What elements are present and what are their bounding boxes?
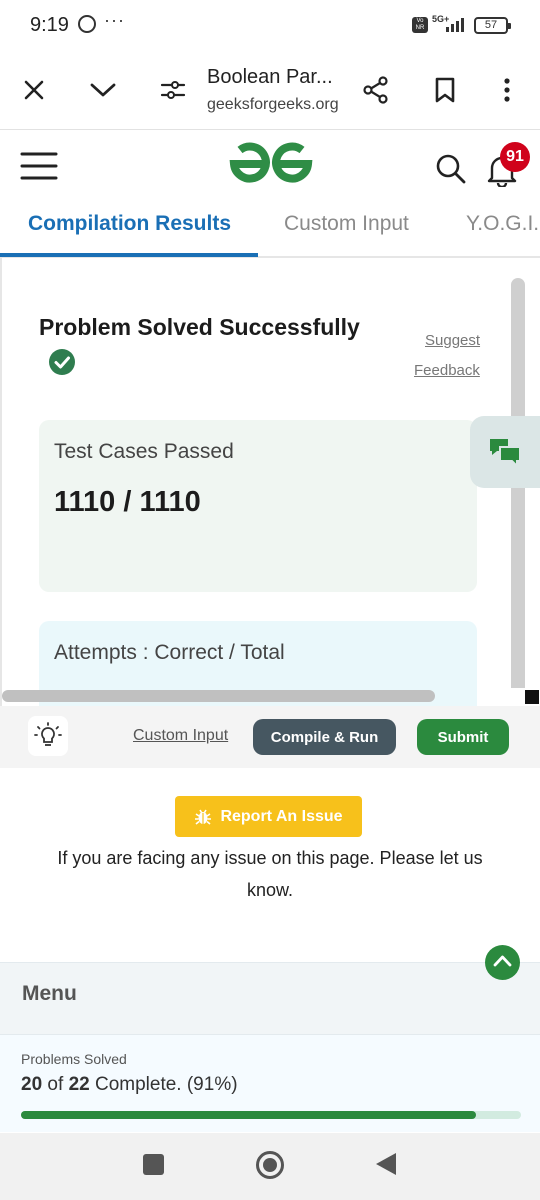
share-icon[interactable] (358, 72, 394, 108)
browser-toolbar: Boolean Par... geeksforgeeks.org (0, 50, 540, 130)
hamburger-menu-icon[interactable] (20, 151, 58, 186)
feedback-link[interactable]: Feedback (414, 362, 480, 379)
chat-icon (490, 439, 521, 468)
menu-label: Menu (22, 982, 77, 1005)
solved-count: 20 (21, 1074, 43, 1095)
of-word: of (47, 1074, 64, 1095)
attempts-label: Attempts : Correct / Total (54, 641, 285, 664)
results-panel: Problem Solved Successfully Suggest Feed… (0, 258, 540, 706)
result-heading: Problem Solved Successfully (39, 314, 360, 340)
problems-solved-label: Problems Solved (21, 1051, 127, 1067)
compile-run-button[interactable]: Compile & Run (253, 719, 396, 755)
signal-icon (446, 18, 468, 32)
report-issue-label: Report An Issue (220, 807, 343, 825)
custom-input-link[interactable]: Custom Input (133, 727, 228, 745)
notification-badge: 91 (500, 142, 530, 172)
submit-button[interactable]: Submit (417, 719, 509, 755)
more-vert-icon[interactable] (489, 72, 525, 108)
home-icon[interactable] (256, 1151, 284, 1179)
tab-custom-input[interactable]: Custom Input (284, 212, 409, 236)
chevron-down-icon[interactable] (85, 72, 121, 108)
results-tabs: Compilation Results Custom Input Y.O.G.I… (0, 200, 540, 258)
active-tab-indicator (0, 253, 258, 257)
hint-bulb-button[interactable] (28, 716, 68, 756)
problems-solved-section: Problems Solved 20 of 22 Complete. (91%) (0, 1034, 540, 1132)
page-domain[interactable]: geeksforgeeks.org (207, 96, 339, 114)
site-header: 91 (0, 131, 540, 201)
chevron-up-icon (493, 955, 512, 967)
tab-compilation-results[interactable]: Compilation Results (28, 212, 231, 236)
close-icon[interactable] (16, 72, 52, 108)
total-count: 22 (68, 1074, 90, 1095)
bug-icon (195, 809, 212, 825)
progress-track (21, 1111, 521, 1119)
report-issue-button[interactable]: Report An Issue (175, 796, 362, 837)
volte-icon: Vo NR (412, 17, 428, 33)
status-time: 9:19 (30, 14, 69, 36)
menu-section[interactable]: Menu (0, 962, 540, 1034)
report-issue-message: If you are facing any issue on this page… (57, 848, 483, 900)
whatsapp-icon (78, 15, 96, 33)
scroll-to-top-button[interactable] (485, 945, 520, 980)
recent-apps-icon[interactable] (143, 1154, 164, 1175)
lightbulb-icon (34, 722, 62, 746)
status-overflow-dots: ··· (104, 10, 125, 30)
tab-yogi[interactable]: Y.O.G.I. (466, 212, 539, 236)
bookmark-icon[interactable] (427, 72, 463, 108)
test-cases-card: Test Cases Passed 1110 / 1110 (39, 420, 477, 592)
suggest-link[interactable]: Suggest (425, 332, 480, 349)
scrollbar-corner (525, 690, 539, 704)
chat-button[interactable] (470, 416, 540, 488)
site-settings-icon[interactable] (155, 72, 191, 108)
test-cases-label: Test Cases Passed (54, 440, 234, 463)
gfg-logo-icon[interactable] (226, 141, 316, 192)
back-icon[interactable] (376, 1153, 396, 1175)
horizontal-scrollbar[interactable] (2, 690, 435, 702)
problems-solved-text: 20 of 22 Complete. (91%) (21, 1074, 238, 1096)
success-check-icon (49, 349, 75, 375)
battery-icon: 57 (474, 17, 511, 34)
progress-fill (21, 1111, 476, 1119)
complete-text: Complete. (91%) (94, 1074, 238, 1095)
search-icon[interactable] (435, 153, 467, 190)
page-title[interactable]: Boolean Par... (207, 66, 333, 89)
test-cases-value: 1110 / 1110 (54, 486, 201, 518)
status-bar: 9:19 ··· Vo NR 5G+ 57 (0, 0, 540, 50)
